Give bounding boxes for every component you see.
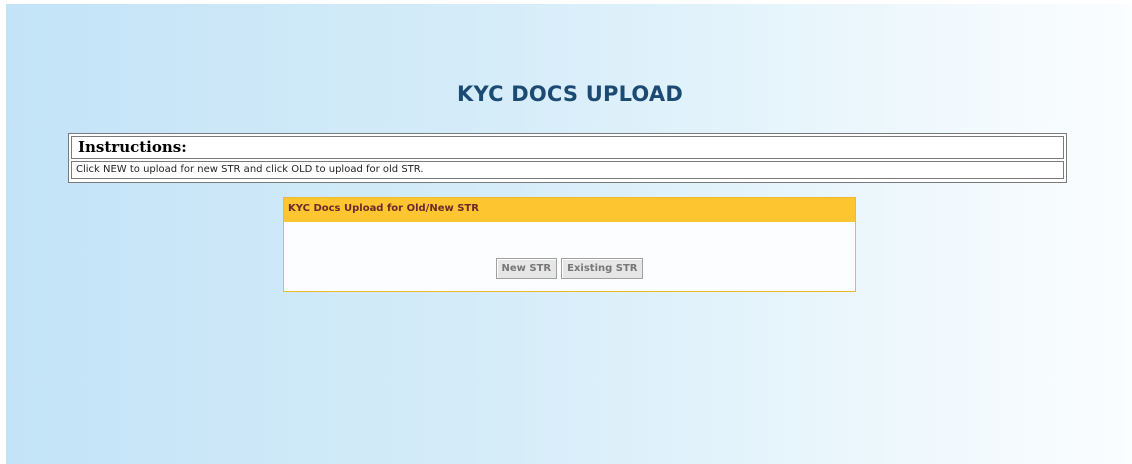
page-title: KYC DOCS UPLOAD bbox=[456, 82, 684, 106]
instructions-box: Instructions: Click NEW to upload for ne… bbox=[68, 133, 1067, 183]
instructions-text: Click NEW to upload for new STR and clic… bbox=[71, 161, 1064, 179]
new-str-button[interactable]: New STR bbox=[495, 258, 558, 279]
instructions-heading: Instructions: bbox=[71, 136, 1064, 159]
upload-panel-header: KYC Docs Upload for Old/New STR bbox=[284, 198, 855, 222]
page-background: KYC DOCS UPLOAD Instructions: Click NEW … bbox=[6, 4, 1132, 464]
button-row: New STR Existing STR bbox=[284, 258, 855, 279]
upload-panel: KYC Docs Upload for Old/New STR New STR … bbox=[283, 197, 856, 292]
existing-str-button[interactable]: Existing STR bbox=[561, 258, 644, 279]
